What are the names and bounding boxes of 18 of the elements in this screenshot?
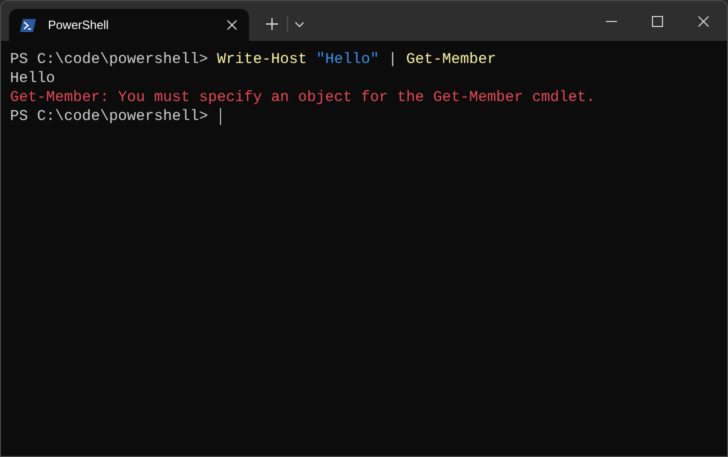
prompt-text: PS C:\code\powershell> bbox=[10, 50, 210, 69]
prompt-text: PS C:\code\powershell> bbox=[10, 107, 210, 126]
chevron-down-icon bbox=[294, 22, 304, 26]
output-text: | bbox=[387, 50, 398, 69]
command-text: Write-Host bbox=[217, 50, 308, 69]
command-text: Get-Member bbox=[406, 50, 496, 69]
text-cursor bbox=[220, 108, 222, 125]
error-message: Get-Member: You must specify an object for the Get-Member cmdlet. bbox=[10, 88, 596, 107]
tab[interactable]: PowerShell bbox=[9, 9, 249, 41]
close-icon bbox=[698, 16, 708, 26]
plus-icon bbox=[266, 18, 278, 30]
output-text: Hello bbox=[10, 69, 56, 88]
minimize-icon bbox=[606, 20, 616, 22]
terminal-prompt-icon bbox=[20, 18, 36, 32]
maximize-icon bbox=[652, 16, 662, 26]
tab-title: PowerShell bbox=[48, 17, 110, 34]
close-icon[interactable] bbox=[227, 20, 237, 30]
string-text: "Hello" bbox=[316, 50, 380, 69]
